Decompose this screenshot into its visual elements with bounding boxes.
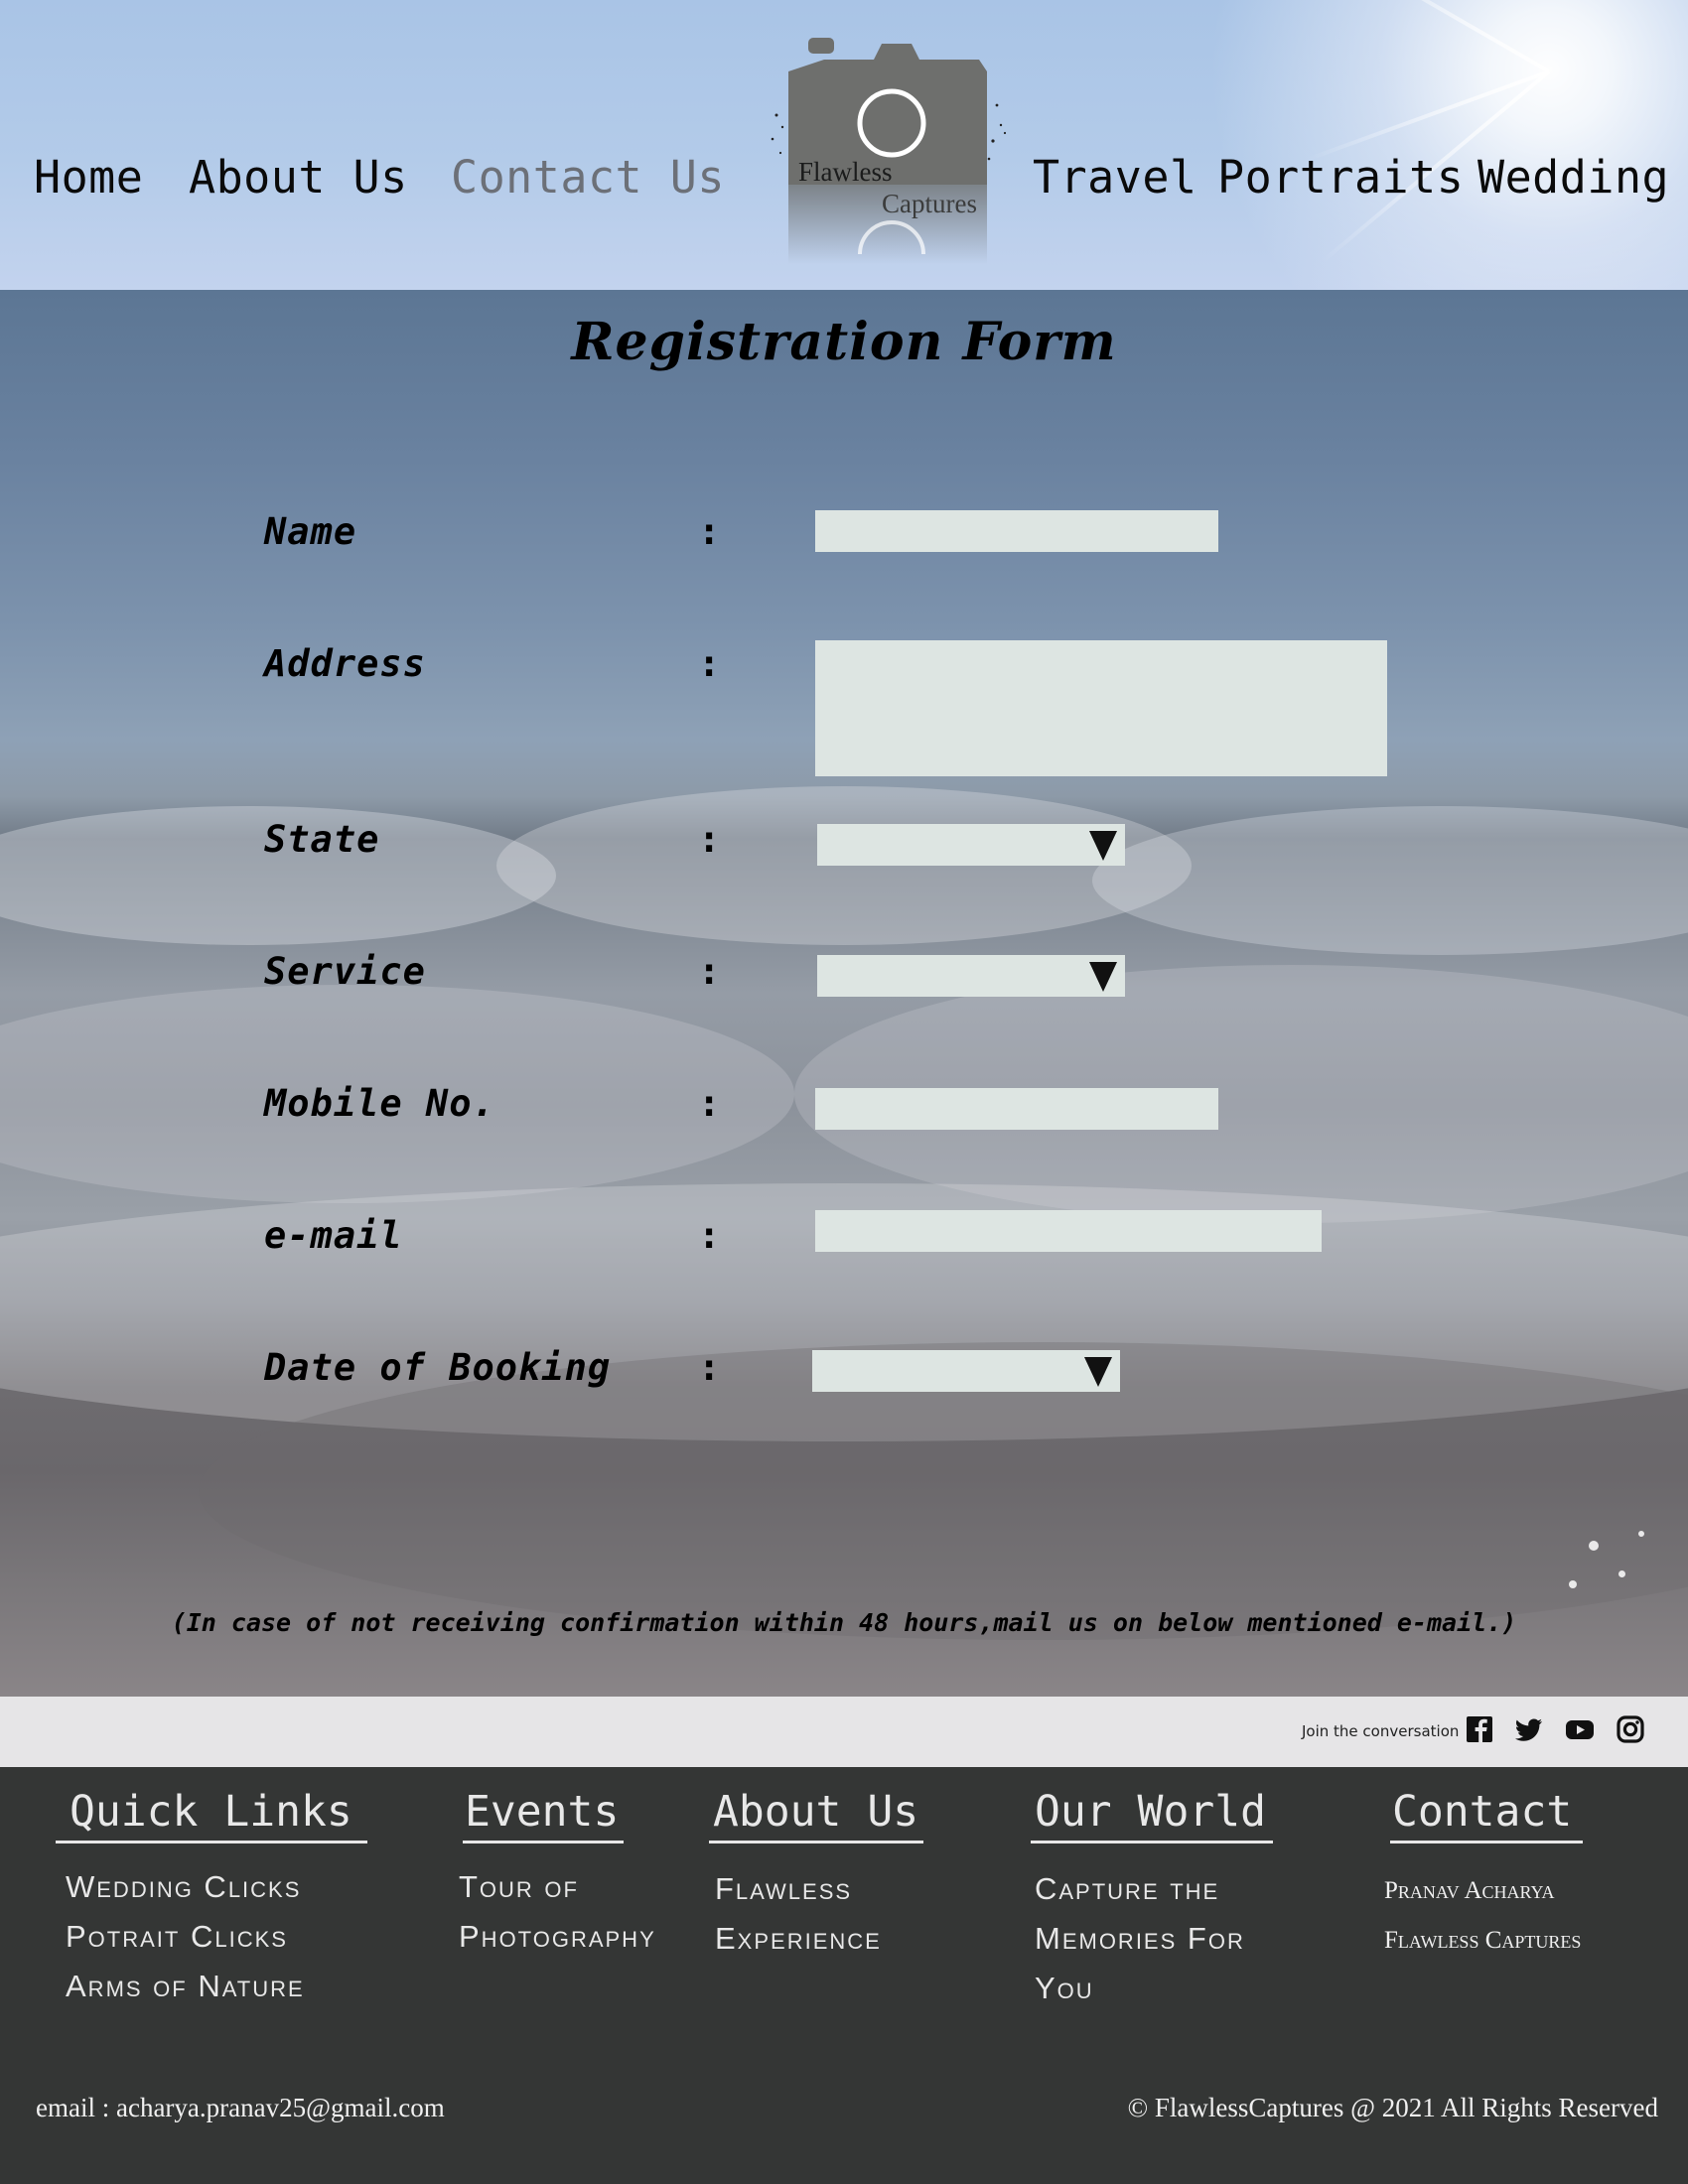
instagram-icon[interactable]: [1616, 1714, 1645, 1744]
nav-contact-link[interactable]: Contact Us: [451, 151, 725, 204]
name-label: Name: [264, 510, 357, 553]
join-conversation-text: Join the conversation: [1302, 1722, 1460, 1740]
registration-section: Registration Form Name : Address : State…: [0, 290, 1688, 1697]
state-label: State: [264, 818, 380, 861]
form-title: Registration Form: [571, 312, 1117, 372]
dropdown-arrow-icon: [1089, 831, 1117, 861]
footer-link-arms-of-nature[interactable]: Arms of Nature: [66, 1962, 305, 2011]
mobile-input[interactable]: [815, 1088, 1218, 1130]
sparkle-decoration: [1618, 1570, 1625, 1577]
nav-about-link[interactable]: About Us: [189, 151, 408, 204]
nav-portraits-link[interactable]: Portraits: [1217, 151, 1464, 204]
date-colon: :: [698, 1346, 721, 1389]
camera-icon: [771, 38, 1007, 264]
footer-email-link[interactable]: email : acharya.pranav25@gmail.com: [36, 2093, 445, 2123]
dropdown-arrow-icon: [1084, 1357, 1112, 1387]
date-select[interactable]: [812, 1350, 1120, 1392]
footer-link-you[interactable]: You: [1035, 1964, 1094, 2013]
footer-link-flawless[interactable]: Flawless: [715, 1864, 852, 1914]
dropdown-arrow-icon: [1089, 962, 1117, 992]
sparkle-decoration: [1589, 1541, 1599, 1551]
nav-travel-link[interactable]: Travel: [1033, 151, 1197, 204]
footer-link-wedding-clicks[interactable]: Wedding Clicks: [66, 1862, 301, 1912]
foam-decoration: [496, 786, 1192, 945]
nav-wedding-link[interactable]: Wedding: [1477, 151, 1669, 204]
service-label: Service: [264, 950, 426, 993]
sparkle-decoration: [1638, 1531, 1644, 1537]
site-footer: Quick Links Wedding Clicks Potrait Click…: [0, 1767, 1688, 2184]
footer-link-capture-the[interactable]: Capture the: [1035, 1864, 1219, 1914]
footer-about-heading: About Us: [713, 1787, 919, 1837]
heading-underline: [1390, 1841, 1583, 1843]
heading-underline: [1031, 1841, 1273, 1843]
site-header: Home About Us Contact Us Travel Portrait…: [0, 0, 1688, 290]
facebook-icon[interactable]: [1465, 1714, 1494, 1744]
logo-text-captures: Captures: [882, 189, 977, 218]
email-colon: :: [698, 1214, 721, 1257]
footer-link-potrait-clicks[interactable]: Potrait Clicks: [66, 1912, 288, 1962]
footer-world-heading: Our World: [1035, 1787, 1266, 1837]
heading-underline: [463, 1841, 624, 1843]
confirmation-note: (In case of not receiving confirmation w…: [171, 1608, 1517, 1637]
heading-underline: [709, 1841, 923, 1843]
foam-decoration: [1092, 806, 1688, 955]
service-colon: :: [698, 950, 721, 993]
sun-ray: [1305, 69, 1550, 162]
site-logo[interactable]: Flawless Captures: [763, 36, 1021, 269]
service-select[interactable]: [817, 955, 1125, 997]
copyright-text: © FlawlessCaptures @ 2021 All Rights Res…: [1127, 2093, 1658, 2122]
contact-company: Flawless Captures: [1384, 1927, 1582, 1954]
state-colon: :: [698, 818, 721, 861]
email-label: e-mail: [264, 1214, 403, 1257]
logo-text-flawless: Flawless: [798, 157, 893, 187]
heading-underline: [56, 1841, 367, 1843]
mobile-colon: :: [698, 1082, 721, 1125]
email-input[interactable]: [815, 1210, 1322, 1252]
state-select[interactable]: [817, 824, 1125, 866]
footer-link-memories-for[interactable]: Memories For: [1035, 1914, 1245, 1964]
name-input[interactable]: [815, 510, 1218, 552]
address-textarea[interactable]: [815, 640, 1387, 776]
nav-home-link[interactable]: Home: [34, 151, 143, 204]
name-colon: :: [698, 510, 721, 553]
sparkle-decoration: [1569, 1580, 1577, 1588]
date-label: Date of Booking: [264, 1346, 612, 1389]
address-label: Address: [264, 642, 426, 685]
footer-link-tour-of[interactable]: Tour of: [459, 1862, 579, 1912]
address-colon: :: [698, 642, 721, 685]
contact-name: Pranav Acharya: [1384, 1877, 1555, 1904]
sun-ray: [1341, 0, 1550, 73]
footer-link-experience[interactable]: Experience: [715, 1914, 882, 1964]
footer-quick-links-heading: Quick Links: [70, 1787, 352, 1837]
footer-link-photography[interactable]: Photography: [459, 1912, 656, 1962]
youtube-icon[interactable]: [1565, 1714, 1595, 1744]
footer-events-heading: Events: [465, 1787, 620, 1837]
mobile-label: Mobile No.: [264, 1082, 495, 1125]
social-bar: Join the conversation: [0, 1697, 1688, 1767]
twitter-icon[interactable]: [1514, 1714, 1544, 1744]
footer-contact-heading: Contact: [1392, 1787, 1573, 1837]
